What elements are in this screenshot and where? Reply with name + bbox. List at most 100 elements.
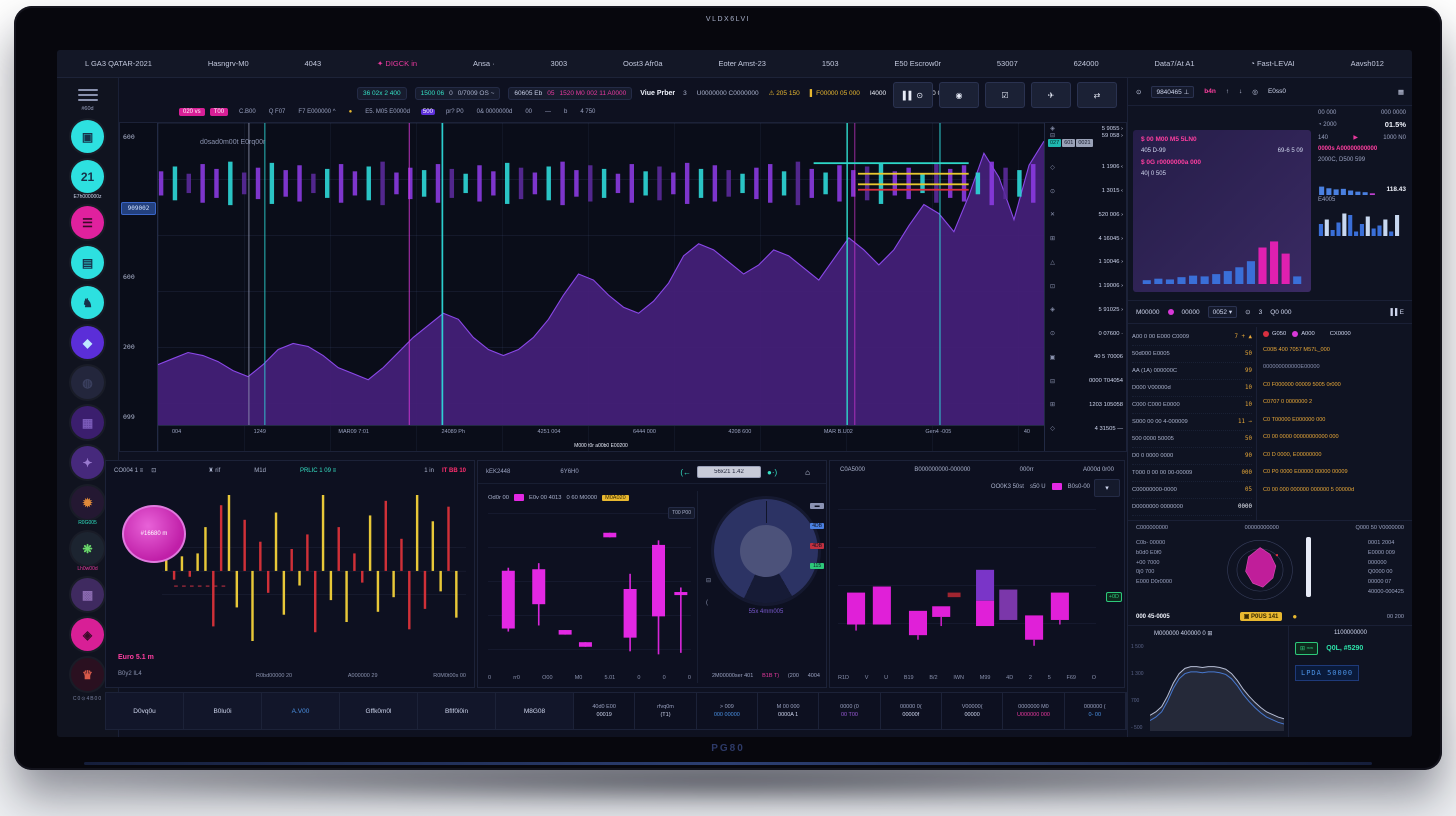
sidebar-app-icon[interactable]: ☰	[71, 206, 104, 239]
toolbar-item[interactable]: I4000	[870, 90, 886, 97]
indicator-item[interactable]: ●	[347, 109, 355, 115]
price-pill-1[interactable]: 36 02x 2 400	[357, 87, 407, 100]
menu-item[interactable]: 4043	[305, 59, 322, 68]
table-row[interactable]: C00000000-0000 05	[1132, 482, 1252, 499]
bottom-tab[interactable]: B0lu0i	[184, 693, 262, 729]
arrow-up-icon[interactable]: ↑	[1226, 88, 1229, 95]
bottom-tab[interactable]: Bflf0i0in	[418, 693, 496, 729]
filter-chip[interactable]: 020 vs	[179, 108, 205, 116]
indicator-item[interactable]: Q F07	[267, 109, 288, 115]
vp-head-left[interactable]: CO004 1 ≡	[114, 468, 143, 474]
sidebar-app-icon[interactable]: ▩	[71, 578, 104, 611]
back-arrow[interactable]: (←	[680, 468, 691, 477]
log-row[interactable]: C0 D 0000, E00000000	[1263, 446, 1406, 464]
indicator-item[interactable]: 500	[421, 109, 435, 115]
chart-action-button[interactable]: ▌▌ ⊙	[893, 82, 933, 108]
menu-item[interactable]: Hasngrv-M0	[208, 59, 249, 68]
toolbar-item[interactable]: 3	[683, 90, 687, 97]
stat-cell[interactable]: 0000 (0 00 T00	[819, 693, 880, 729]
vertical-slider[interactable]	[1306, 537, 1311, 597]
log-chip[interactable]: G050	[1263, 331, 1286, 337]
search-icon[interactable]: ⊙	[1136, 88, 1141, 96]
chart-action-button[interactable]: ☑	[985, 82, 1025, 108]
price-row[interactable]: ◈5 9055 ›	[1048, 125, 1123, 132]
log-chip[interactable]: A000	[1292, 331, 1315, 337]
menu-item[interactable]: 3003	[550, 59, 567, 68]
price-row[interactable]: ⊞1203 105058	[1048, 401, 1123, 408]
sidebar-app-icon[interactable]: ✦	[71, 446, 104, 479]
chart-plot[interactable]: d0sad0m00t E0rq00r 0041249MAR09 7:012408…	[158, 123, 1044, 451]
menu-item[interactable]: 1503	[822, 59, 839, 68]
plus-badge[interactable]: ▣ P0US 141	[1240, 612, 1283, 621]
sidebar-app-icon[interactable]: ▦	[71, 406, 104, 439]
grid-toggle-icon[interactable]: ⊡	[151, 467, 156, 474]
chart-action-button[interactable]: ✈	[1031, 82, 1071, 108]
menu-item[interactable]: ◔ Fast-LEVAI	[1250, 59, 1294, 68]
sidebar-app-icon[interactable]: ♛	[71, 658, 104, 691]
log-row[interactable]: C0707 0 0000000 2	[1263, 394, 1406, 412]
bars-head-label[interactable]: 000rr	[1020, 467, 1034, 473]
table-row[interactable]: D000 V00000d 10	[1132, 380, 1252, 397]
price-row[interactable]: ▣40 5 70006	[1048, 354, 1123, 361]
bell-icon[interactable]: ⌂	[805, 468, 810, 477]
sidebar-app-icon[interactable]: ▤	[71, 246, 104, 279]
portfolio-card[interactable]: $ 00 M00 M5 5LN0 405 D-99 69-6 5 09 $ 0G…	[1133, 130, 1311, 292]
bottom-tab[interactable]: M8G08	[496, 693, 574, 729]
stat-cell[interactable]: 000000 ( 0- 00	[1065, 693, 1126, 729]
price-pill-2[interactable]: 1500 06 0 0/7009 OS ~	[415, 87, 501, 100]
legend-box[interactable]: ⊞ ≈≈	[1295, 642, 1318, 655]
chart-action-button[interactable]: ◉	[939, 82, 979, 108]
log-row[interactable]: C0 00 0000 00000000000 000	[1263, 429, 1406, 447]
toolbar-item[interactable]: U0000000 C0000000	[697, 90, 759, 97]
bottom-tab[interactable]: Gffk0m0l	[340, 693, 418, 729]
sidebar-app-icon[interactable]: ◍	[71, 366, 104, 399]
toolbar-item[interactable]: ▌ F00000 05 000	[810, 90, 860, 97]
highlighted-price-row[interactable]: 027 601 0021	[1048, 139, 1123, 147]
log-row[interactable]: C0 F000000 00009 5005 0r000	[1263, 376, 1406, 394]
sell-label[interactable]: b4n	[1204, 88, 1216, 95]
log-row[interactable]: C0 P0 0000 E00000 00000 00009	[1263, 464, 1406, 482]
indicator-item[interactable]: 4 750	[578, 109, 597, 115]
price-row[interactable]: ◈5 91025 ›	[1048, 306, 1123, 313]
indicator-item[interactable]: pr? P0	[444, 109, 466, 115]
bars-head-label[interactable]: B000000000-000000	[914, 467, 970, 473]
stat-cell[interactable]: M 00 000 0000A 1	[758, 693, 819, 729]
stat-cell[interactable]: 00000 0( 00000f	[881, 693, 942, 729]
menu-item[interactable]: Oost3 Afr0a	[623, 59, 663, 68]
forward-arrow[interactable]: ●·)	[767, 468, 777, 477]
log-row[interactable]: C0 T00000 E000000 000	[1263, 411, 1406, 429]
donut-gauge[interactable]	[714, 499, 818, 603]
play-icon[interactable]: ▶	[1353, 134, 1358, 141]
menu-item[interactable]: L GA3 QATAR-2021	[85, 59, 152, 68]
stat-cell[interactable]: V00000( 00000	[942, 693, 1003, 729]
bottom-tab[interactable]: A.V00	[262, 693, 340, 729]
table-row[interactable]: 50d000 E0005 50	[1132, 346, 1252, 363]
indicator-item[interactable]: —	[543, 109, 553, 115]
menu-item[interactable]: ✦ DIGCK in	[377, 59, 417, 68]
sidebar-app-icon[interactable]: ◆	[71, 326, 104, 359]
table-select[interactable]: 0052 ▾	[1208, 306, 1238, 318]
toolbar-item[interactable]: ⚠ 205 150	[769, 89, 800, 97]
indicator-item[interactable]: E5. M05 E0000d	[363, 109, 412, 115]
page-value-input[interactable]	[697, 466, 761, 478]
account-box[interactable]: 9840465 ⊥	[1151, 86, 1194, 98]
bars-head-label[interactable]: A000d 0r00	[1083, 467, 1114, 473]
hamburger-menu-icon[interactable]	[78, 86, 98, 104]
bars-dropdown[interactable]: ▾	[1094, 479, 1120, 497]
sidebar-app-icon[interactable]: ♞	[71, 286, 104, 319]
indicator-item[interactable]: 0& 0000000d	[475, 109, 515, 115]
volume-badge[interactable]: #16680 m	[122, 505, 186, 563]
table-row[interactable]: S000 00 00 4-000009 11 →	[1132, 414, 1252, 431]
stat-cell[interactable]: > 009 000 00000	[697, 693, 758, 729]
sidebar-app-icon[interactable]: ✹	[71, 486, 104, 519]
table-row[interactable]: D0000000 0000000 0000	[1132, 499, 1252, 516]
price-row[interactable]: ⊡1 19006 ›	[1048, 283, 1123, 290]
stat-cell[interactable]: 0000000 M0 U000000 000	[1003, 693, 1064, 729]
chart-action-button[interactable]: ⇄	[1077, 82, 1117, 108]
table-row[interactable]: AA (1A) 000000C 99	[1132, 363, 1252, 380]
price-row[interactable]: ✕520 006 ›	[1048, 211, 1123, 218]
indicator-item[interactable]: F7 E000000 ^	[296, 109, 337, 115]
bars-head-label[interactable]: C0A5000	[840, 467, 865, 473]
refresh-icon[interactable]: ⊙	[1245, 308, 1250, 316]
columns-icon[interactable]: ▌▌E	[1390, 309, 1404, 316]
